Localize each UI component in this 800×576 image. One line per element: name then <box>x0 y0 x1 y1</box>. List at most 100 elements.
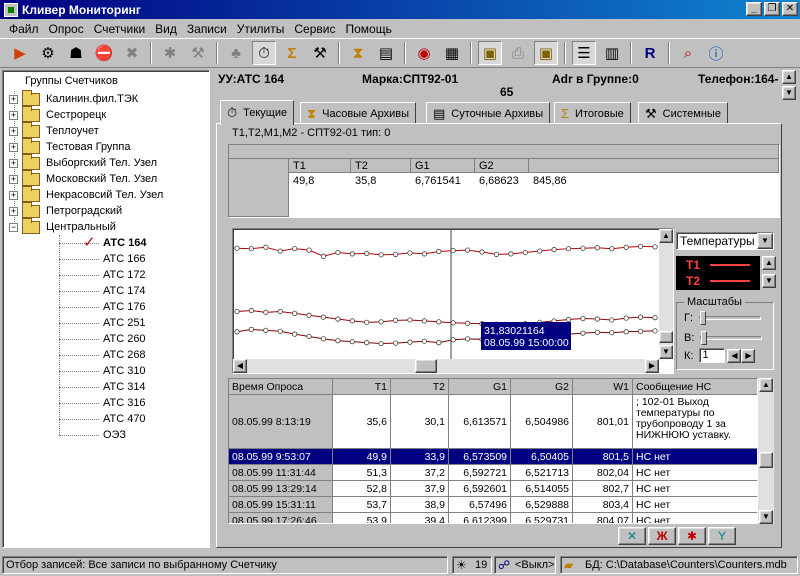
save-filter-icon[interactable]: ▣ <box>534 41 558 65</box>
menu-counters[interactable]: Счетчики <box>89 22 150 36</box>
tree-leaf[interactable]: АТС 316 <box>103 395 146 411</box>
grid-cell: 51,3 <box>333 465 391 480</box>
tab-system[interactable]: ⚒ Системные <box>638 102 728 124</box>
tree-leaf[interactable]: АТС 174 <box>103 283 146 299</box>
chart-vscroll[interactable]: ▲ ▼ <box>659 229 673 359</box>
tree-root[interactable]: Группы Счетчиков <box>25 75 118 87</box>
chart-point <box>637 243 644 249</box>
chart-point <box>652 315 658 321</box>
tree-leaf[interactable]: АТС 166 <box>103 251 146 267</box>
tree-leaf[interactable]: АТС 314 <box>103 379 146 395</box>
tab-daily[interactable]: ▤ Суточные Архивы <box>426 102 551 124</box>
menu-poll[interactable]: Опрос <box>44 22 89 36</box>
menu-file[interactable]: Файл <box>4 22 44 36</box>
hammer-icon[interactable]: ⚒ <box>308 41 332 65</box>
menu-help[interactable]: Помощь <box>340 22 396 36</box>
tree-view-icon[interactable]: ☰ <box>572 41 596 65</box>
poll-counter-icon[interactable]: ⚙ <box>36 41 60 65</box>
maximize-button[interactable]: ❐ <box>764 2 780 16</box>
slider-thumb[interactable] <box>701 331 708 345</box>
records-grid[interactable]: Время Опроса T1 T2 G1 G2 W1 Сообщение НС 08.05.… <box>228 378 758 524</box>
view-icon[interactable]: ◉ <box>412 41 436 65</box>
mark-button[interactable]: ✱ <box>678 527 706 545</box>
grid-cell: НС нет <box>633 481 757 496</box>
report-r-icon[interactable]: R <box>638 41 662 65</box>
counter-groups-tree[interactable]: Группы Счетчиков + Калинин.фил.ТЭК + Сестр… <box>2 70 210 548</box>
print-icon[interactable]: ⎙ <box>506 41 530 65</box>
tree-leaf[interactable]: АТС 268 <box>103 347 146 363</box>
chart-point <box>378 252 384 258</box>
search-icon[interactable]: ⌕ <box>676 41 700 65</box>
tree-group[interactable]: + Некрасовсий Тел. Узел <box>9 185 163 203</box>
menu-records[interactable]: Записи <box>182 22 232 36</box>
settings-icon[interactable]: ✱ <box>158 41 182 65</box>
tree-group-expanded[interactable]: − Центральный <box>9 217 116 235</box>
tree-leaf[interactable]: АТС 260 <box>103 331 146 347</box>
menu-view[interactable]: Вид <box>150 22 182 36</box>
report-icon[interactable]: ▦ <box>440 41 464 65</box>
header-scrollbar[interactable]: ▲ ▼ <box>782 70 798 100</box>
tree-leaf[interactable]: АТС 172 <box>103 267 146 283</box>
grid-vscroll[interactable]: ▲ ▼ <box>758 378 774 524</box>
tools-icon[interactable]: ⚒ <box>186 41 210 65</box>
grid-row[interactable]: 08.05.99 17:26:46 53,9 39,4 6,612399 6,52973… <box>229 513 757 524</box>
grid-row[interactable]: 08.05.99 13:29:14 52,8 37,9 6,592601 6,51405… <box>229 481 757 497</box>
records-button[interactable]: Ж <box>648 527 676 545</box>
calendar-icon[interactable]: ▤ <box>374 41 398 65</box>
grid-row[interactable]: 08.05.99 15:31:11 53,7 38,9 6,57496 6,529888… <box>229 497 757 513</box>
menu-utilities[interactable]: Утилиты <box>232 22 290 36</box>
minimize-button[interactable]: _ <box>746 2 762 16</box>
tree-leaf[interactable]: ОЭЗ <box>103 427 126 443</box>
stopwatch-icon: ⏱ <box>227 105 238 120</box>
grid-cell: НС нет <box>633 465 757 480</box>
tab-hourly[interactable]: ⧗ Часовые Архивы <box>300 102 416 124</box>
grid-row[interactable]: 08.05.99 8:13:19 35,6 30,1 6,613571 6,504986… <box>229 395 757 449</box>
k-decrease-button[interactable]: ◀ <box>727 348 742 363</box>
vertical-scale[interactable]: В: <box>684 331 763 345</box>
close-button[interactable]: ✕ <box>782 2 798 16</box>
tree-leaf-selected[interactable]: АТС 164 <box>103 235 146 251</box>
parameter-select[interactable]: Температуры ▼ <box>676 232 774 250</box>
k-increase-button[interactable]: ▶ <box>741 348 756 363</box>
cancel-poll-icon[interactable]: ✖ <box>120 41 144 65</box>
poll-group-icon[interactable]: ☗ <box>64 41 88 65</box>
chart-point <box>392 251 399 257</box>
hourglass-icon[interactable]: ⧗ <box>346 41 370 65</box>
chart-point <box>465 336 471 342</box>
chart-point <box>306 312 312 318</box>
info-icon[interactable]: ⓘ <box>704 41 728 65</box>
tooltip-value: 31,83021164 <box>484 325 545 337</box>
grid-row-selected[interactable]: 08.05.99 9:53:07 49,9 33,9 6,573509 6,50405 8… <box>229 449 757 465</box>
chart-point <box>436 319 442 325</box>
legend-scroll[interactable]: ▲ ▼ <box>762 256 776 290</box>
line-chart[interactable]: 31,8302116408.05.99 15:00:00 <box>233 229 659 359</box>
list-view-icon[interactable]: ▥ <box>600 41 624 65</box>
grid-cell: 52,8 <box>333 481 391 496</box>
chevron-down-icon[interactable]: ▼ <box>757 233 773 249</box>
stop-icon[interactable]: ⛔ <box>92 41 116 65</box>
tab-totals[interactable]: Σ Итоговые <box>554 102 631 124</box>
tree-leaf[interactable]: АТС 310 <box>103 363 146 379</box>
chart-hscroll[interactable]: ◀ ▶ <box>233 359 659 373</box>
slider-thumb[interactable] <box>700 311 707 325</box>
tree-leaf[interactable]: АТС 470 <box>103 411 146 427</box>
tree-leaf[interactable]: АТС 176 <box>103 299 146 315</box>
group-icon[interactable]: ♣ <box>224 41 248 65</box>
grid-row[interactable]: 08.05.99 11:31:44 51,3 37,2 6,592721 6,52171… <box>229 465 757 481</box>
folder-icon <box>22 89 40 106</box>
tab-current[interactable]: ⏱ Текущие <box>220 100 295 125</box>
tree-leaf[interactable]: АТС 251 <box>103 315 146 331</box>
sigma-icon[interactable]: Σ <box>280 41 304 65</box>
start-poll-icon[interactable]: ▶ <box>8 41 32 65</box>
grid-cell: НС нет <box>633 513 757 524</box>
header-t2: T2 <box>355 160 368 172</box>
horizontal-scale[interactable]: Г: <box>684 311 762 325</box>
chart-area[interactable]: 31,83021164 08.05.99 15:00:00 ▲ ▼ ◀ ▶ <box>232 228 674 374</box>
export-button[interactable]: ✕ <box>618 527 646 545</box>
save-icon[interactable]: ▣ <box>478 41 502 65</box>
menu-service[interactable]: Сервис <box>289 22 340 36</box>
stopwatch-icon[interactable]: ⏱ <box>252 41 276 65</box>
grid-header[interactable]: Время Опроса T1 T2 G1 G2 W1 Сообщение НС <box>229 379 757 395</box>
k-value-input[interactable]: 1 <box>699 348 726 363</box>
filter-button[interactable]: Y <box>708 527 736 545</box>
